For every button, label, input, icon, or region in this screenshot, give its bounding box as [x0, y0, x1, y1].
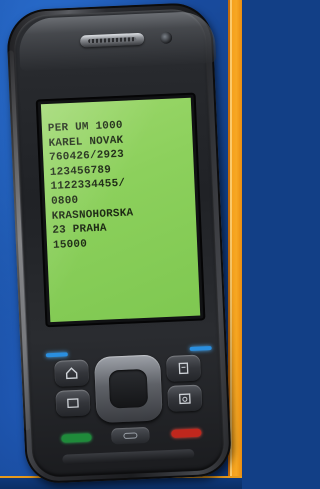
- menu-key: [55, 389, 91, 417]
- calendar-key: [167, 384, 203, 413]
- right-softkey-light: [189, 346, 212, 352]
- end-call-icon: [171, 428, 202, 438]
- sms-line-2: KAREL NOVAK: [48, 134, 124, 150]
- sms-line-8: 23 PRAHA: [52, 222, 108, 238]
- phone-screen: PER UM 1000 KAREL NOVAK 760426/2923 1234…: [40, 97, 201, 323]
- dpad-center-button: [108, 368, 149, 409]
- contacts-icon: [178, 362, 189, 375]
- sms-line-1: PER UM 1000: [47, 119, 123, 135]
- sms-line-6: 0800: [50, 194, 79, 208]
- home-key: [54, 359, 90, 387]
- sms-line-3: 760426/2923: [48, 148, 125, 165]
- photo-scene: PER UM 1000 KAREL NOVAK 760426/2923 1234…: [0, 0, 242, 489]
- message-icon: [111, 426, 150, 445]
- screen-frame: PER UM 1000 KAREL NOVAK 760426/2923 1234…: [35, 92, 206, 328]
- sms-line-5: 1122334455/: [50, 178, 126, 194]
- mobile-phone: PER UM 1000 KAREL NOVAK 760426/2923 1234…: [5, 1, 233, 485]
- left-softkey-light: [45, 352, 68, 358]
- phone-bezel: PER UM 1000 KAREL NOVAK 760426/2923 1234…: [13, 8, 225, 478]
- menu-icon: [67, 398, 79, 409]
- panel-edge-highlight: [230, 0, 232, 489]
- call-icon: [61, 433, 92, 443]
- sms-line-9: 15000: [52, 238, 88, 252]
- phone-chin: [62, 448, 195, 465]
- sms-line-4: 123456789: [49, 164, 112, 179]
- sms-text: PER UM 1000 KAREL NOVAK 760426/2923 1234…: [48, 118, 135, 253]
- home-icon: [65, 367, 78, 380]
- calendar-icon: [178, 393, 191, 405]
- sms-line-7: KRASNOHORSKA: [51, 206, 134, 223]
- phone-keypad: [41, 334, 216, 451]
- navigation-dpad: [93, 354, 163, 424]
- contacts-key: [165, 354, 202, 383]
